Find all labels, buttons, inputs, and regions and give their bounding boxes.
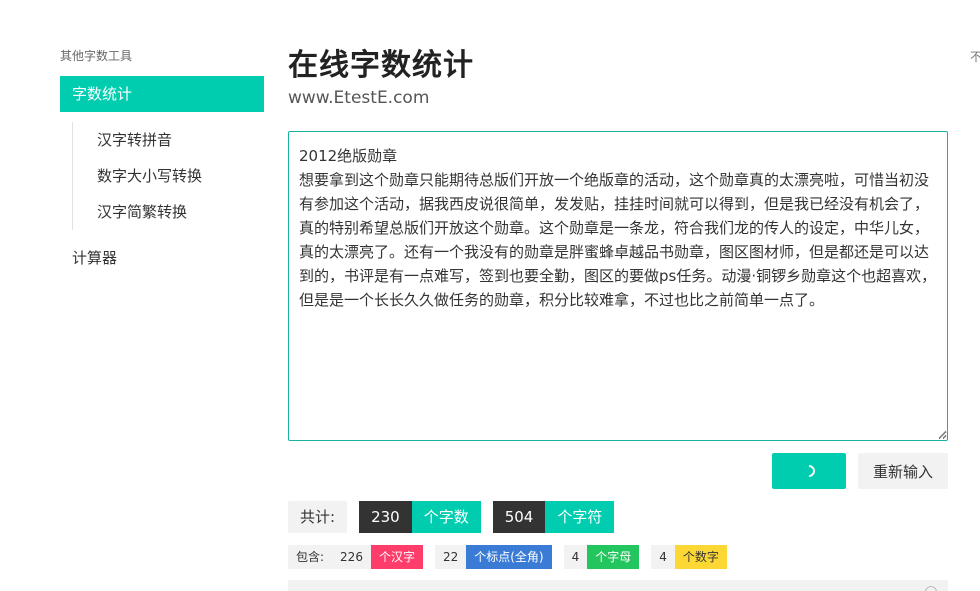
sidebar-item-calculator[interactable]: 计算器 [60, 244, 264, 272]
totals-label: 共计: [288, 501, 348, 533]
details-label: 包含: [288, 545, 333, 569]
digit-tag: 个数字 [674, 545, 727, 569]
resize-grip-icon[interactable] [938, 430, 947, 439]
main-header: 在线字数统计 www.EtestE.com [288, 44, 948, 108]
edge-text: 不 [970, 50, 980, 64]
sidebar: 其他字数工具 字数统计 汉字转拼音 数字大小写转换 汉字简繁转换 计算器 [60, 48, 264, 272]
info-icon[interactable] [925, 586, 937, 591]
hanzi-tag: 个汉字 [370, 545, 423, 569]
site-url: www.EtestE.com [288, 88, 430, 108]
sidebar-item-pinyin[interactable]: 汉字转拼音 [97, 122, 264, 158]
hanzi-count: 226 [332, 545, 371, 569]
details-row: 包含: 226 个汉字 22 个标点(全角) 4 个字母 4 个数字 [288, 545, 727, 569]
symbol-count-badge: 504 个字符 [492, 501, 615, 533]
symbol-count-unit: 个字符 [545, 501, 615, 533]
sidebar-heading: 其他字数工具 [60, 49, 133, 63]
punct-tag: 个标点(全角) [466, 545, 552, 569]
sidebar-item-simplified-traditional[interactable]: 汉字简繁转换 [97, 194, 264, 230]
sidebar-item-number-case[interactable]: 数字大小写转换 [97, 158, 264, 194]
char-count-badge: 230 个字数 [359, 501, 481, 533]
page-title: 在线字数统计 [288, 48, 474, 83]
reset-button[interactable]: 重新输入 [858, 453, 948, 489]
letter-tag: 个字母 [587, 545, 640, 569]
char-count-unit: 个字数 [411, 501, 481, 533]
punct-count: 22 [434, 545, 467, 569]
count-button[interactable] [772, 453, 846, 489]
symbol-count-value: 504 [492, 501, 546, 533]
letter-count: 4 [563, 545, 588, 569]
char-count-value: 230 [359, 501, 412, 533]
text-input[interactable] [288, 131, 948, 441]
bottom-panel [288, 580, 948, 591]
totals-row: 共计: 230 个字数 504 个字符 [288, 501, 615, 533]
sidebar-sub-list: 汉字转拼音 数字大小写转换 汉字简繁转换 [72, 122, 264, 230]
sidebar-item-word-count[interactable]: 字数统计 [60, 76, 264, 112]
digit-count: 4 [651, 545, 675, 569]
loading-spinner-icon [800, 462, 818, 480]
